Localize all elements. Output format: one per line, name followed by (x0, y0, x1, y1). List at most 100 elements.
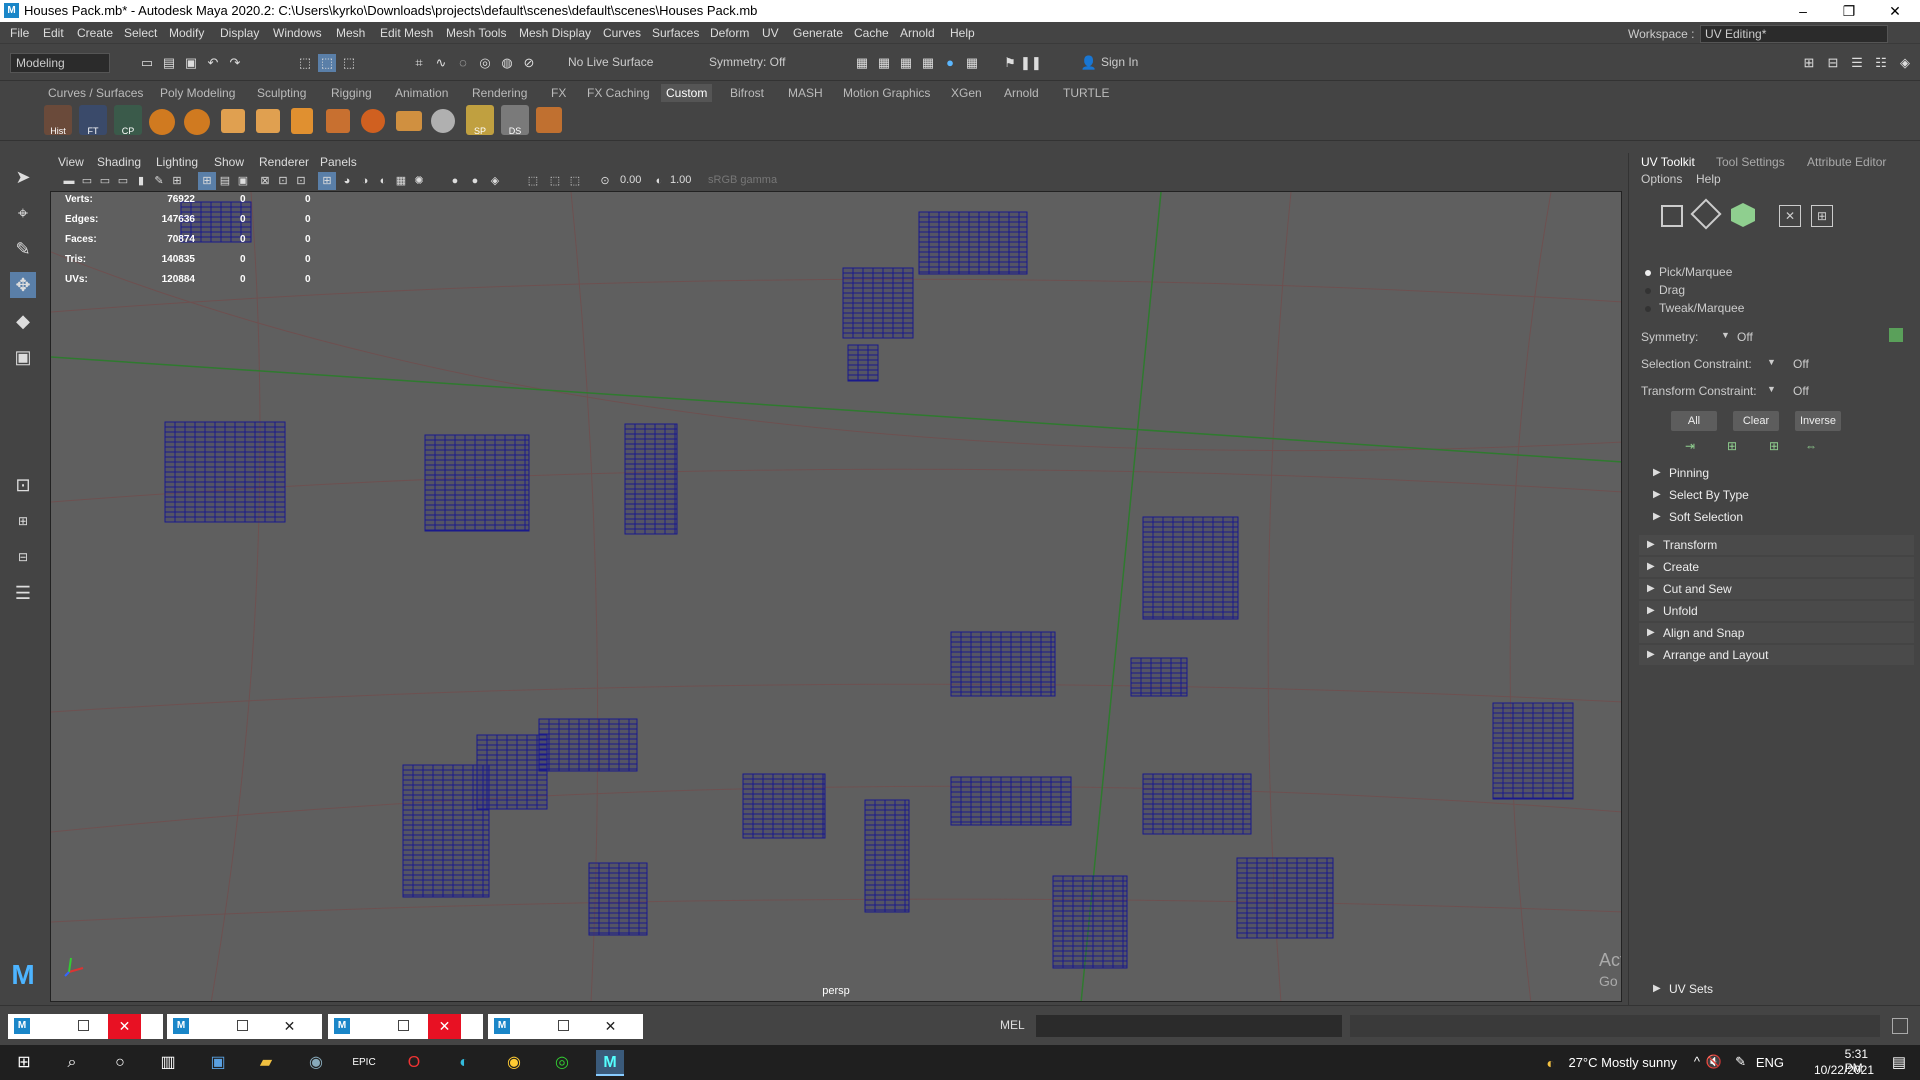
frame-selected-icon[interactable]: ⬚ (546, 172, 564, 190)
scale-tool-icon[interactable]: ▣ (10, 344, 36, 370)
drag-radio[interactable] (1645, 288, 1651, 294)
sphere-icon[interactable] (361, 109, 385, 133)
modeling-toolkit-icon[interactable]: ⊞ (1800, 54, 1818, 72)
ipr-render-icon[interactable]: ▦ (897, 54, 915, 72)
redo-icon[interactable]: ↷ (226, 54, 244, 72)
object-mode-icon[interactable] (1731, 203, 1755, 227)
tab-uv-toolkit[interactable]: UV Toolkit (1641, 155, 1695, 169)
channel-box-icon[interactable]: ☷ (1872, 54, 1890, 72)
live-surface-field[interactable]: No Live Surface (563, 53, 663, 73)
grid-toggle-icon[interactable]: ⊞ (168, 172, 186, 190)
select-tool-icon[interactable]: ➤ (10, 164, 36, 190)
menu-select[interactable]: Select (124, 26, 157, 40)
snap-surface-icon[interactable]: ◍ (498, 54, 516, 72)
shelf-tab-bifrost[interactable]: Bifrost (730, 86, 764, 100)
snap-curve-icon[interactable]: ∿ (432, 54, 450, 72)
section-select-by-type[interactable]: ▶ Select By Type (1645, 485, 1915, 505)
close-button[interactable]: ✕ (1872, 0, 1918, 22)
select-shell-border-icon[interactable]: ⊞ (1769, 439, 1779, 453)
frame-all-icon[interactable]: ⬚ (524, 172, 542, 190)
edge-icon[interactable]: ◐ (450, 1050, 478, 1076)
history-icon[interactable]: Hist (44, 105, 72, 136)
anti-aliasing-icon[interactable]: ▦ (392, 172, 410, 190)
tab-attribute-editor[interactable]: Attribute Editor (1807, 155, 1886, 169)
2d-pan-zoom-icon[interactable]: ▮ (132, 172, 150, 190)
maya-window-tab-3[interactable]: M ✕ (328, 1014, 483, 1039)
multisample-icon[interactable]: ◈ (486, 172, 504, 190)
arnold-ipr-icon[interactable]: ⚑ (1001, 54, 1019, 72)
uv-select-icon[interactable] (1690, 198, 1722, 230)
smooth-icon[interactable] (431, 109, 455, 133)
save-preset-icon[interactable]: SP (466, 105, 494, 136)
menu-generate[interactable]: Generate (793, 26, 843, 40)
lasso-tool-icon[interactable]: ⌖ (10, 200, 36, 226)
camera-select-icon[interactable]: ▬ (60, 172, 78, 190)
grow-selection-icon[interactable]: ⊞ (1727, 439, 1737, 453)
image-plane-icon[interactable]: ▭ (114, 172, 132, 190)
shelf-tab-fx[interactable]: FX (551, 86, 566, 100)
snap-pivot-icon[interactable]: ⊘ (520, 54, 538, 72)
menu-mesh-tools[interactable]: Mesh Tools (446, 26, 506, 40)
bevel-icon[interactable] (291, 108, 313, 134)
tool-settings-icon[interactable]: ☰ (1848, 54, 1866, 72)
file-explorer-icon[interactable]: ▰ (252, 1050, 280, 1076)
section-arrange-and-layout[interactable]: ▶ Arrange and Layout (1639, 645, 1914, 665)
section-transform[interactable]: ▶ Transform (1639, 535, 1914, 555)
symmetry-settings-icon[interactable] (1889, 328, 1903, 342)
tab-tool-settings[interactable]: Tool Settings (1716, 155, 1785, 169)
new-scene-icon[interactable]: ▭ (138, 54, 156, 72)
menu-create[interactable]: Create (77, 26, 113, 40)
section-unfold[interactable]: ▶ Unfold (1639, 601, 1914, 621)
paint-select-icon[interactable]: ✎ (10, 236, 36, 262)
isolate-select-icon[interactable]: ⊞ (318, 172, 336, 190)
section-uv-sets[interactable]: ▶ UV Sets (1645, 979, 1915, 999)
multi-component-icon[interactable]: ✕ (1779, 205, 1801, 227)
transform-constraint-dropdown-icon[interactable]: ▼ (1767, 384, 1776, 394)
workspace-dropdown[interactable]: UV Editing* (1700, 25, 1888, 43)
clear-button[interactable]: Clear (1733, 411, 1779, 431)
store-icon[interactable]: ▣ (204, 1050, 232, 1076)
viewport-menu-shading[interactable]: Shading (97, 155, 141, 169)
shade-wire-icon[interactable]: ▣ (234, 172, 252, 190)
maya-window-tab-2[interactable]: M ✕ (167, 1014, 322, 1039)
shelf-tab-turtle[interactable]: TURTLE (1063, 86, 1109, 100)
selection-constraint-dropdown-icon[interactable]: ▼ (1767, 357, 1776, 367)
volume-icon[interactable]: 🔇 (1706, 1054, 1722, 1070)
sign-in-button[interactable]: Sign In (1096, 53, 1196, 73)
menu-mesh-display[interactable]: Mesh Display (519, 26, 591, 40)
bookmark-icon[interactable]: ▭ (96, 172, 114, 190)
transform-constraint-value[interactable]: Off (1793, 384, 1809, 398)
section-pinning[interactable]: ▶ Pinning (1645, 463, 1915, 483)
save-scene-icon[interactable]: ▣ (182, 54, 200, 72)
center-pivot-icon[interactable]: CP (114, 105, 142, 136)
render-settings-icon[interactable]: ▦ (919, 54, 937, 72)
xray-joints-icon[interactable]: ◑ (356, 172, 374, 190)
snap-point-icon[interactable]: ◌ (454, 54, 472, 72)
cube-icon[interactable] (221, 109, 245, 133)
steam-icon[interactable]: ◉ (302, 1050, 330, 1076)
search-icon[interactable]: ⌕ (58, 1050, 86, 1076)
uvt-options-menu[interactable]: Options (1641, 172, 1682, 186)
viewport-menu-view[interactable]: View (58, 155, 84, 169)
shelf-tab-rendering[interactable]: Rendering (472, 86, 527, 100)
shadows-icon[interactable]: ⊡ (292, 172, 310, 190)
delete-shelf-icon[interactable]: DS (501, 105, 529, 136)
menu-windows[interactable]: Windows (273, 26, 322, 40)
symmetry-dropdown-icon[interactable]: ▼ (1721, 330, 1730, 340)
maya-window-tab-4[interactable]: M ✕ (488, 1014, 643, 1039)
shelf-tab-mash[interactable]: MASH (788, 86, 823, 100)
use-lights-icon[interactable]: ⊡ (274, 172, 292, 190)
exposure-icon[interactable]: ⊙ (596, 172, 614, 190)
mel-label[interactable]: MEL (1000, 1018, 1025, 1032)
arnold-render-icon[interactable]: ▦ (963, 54, 981, 72)
select-edge-loop-icon[interactable]: ⇔ (1805, 439, 1817, 453)
minimize-button[interactable]: – (1780, 0, 1826, 22)
windows-start-icon[interactable]: ⊞ (10, 1050, 38, 1076)
menu-deform[interactable]: Deform (710, 26, 749, 40)
shelf-tab-animation[interactable]: Animation (395, 86, 448, 100)
uv-shell-select-icon[interactable] (1661, 205, 1683, 227)
shelf-tab-arnold[interactable]: Arnold (1004, 86, 1039, 100)
menu-file[interactable]: File (10, 26, 29, 40)
shelf-tab-fx-caching[interactable]: FX Caching (587, 86, 650, 100)
pen-icon[interactable]: ✎ (1735, 1054, 1746, 1070)
